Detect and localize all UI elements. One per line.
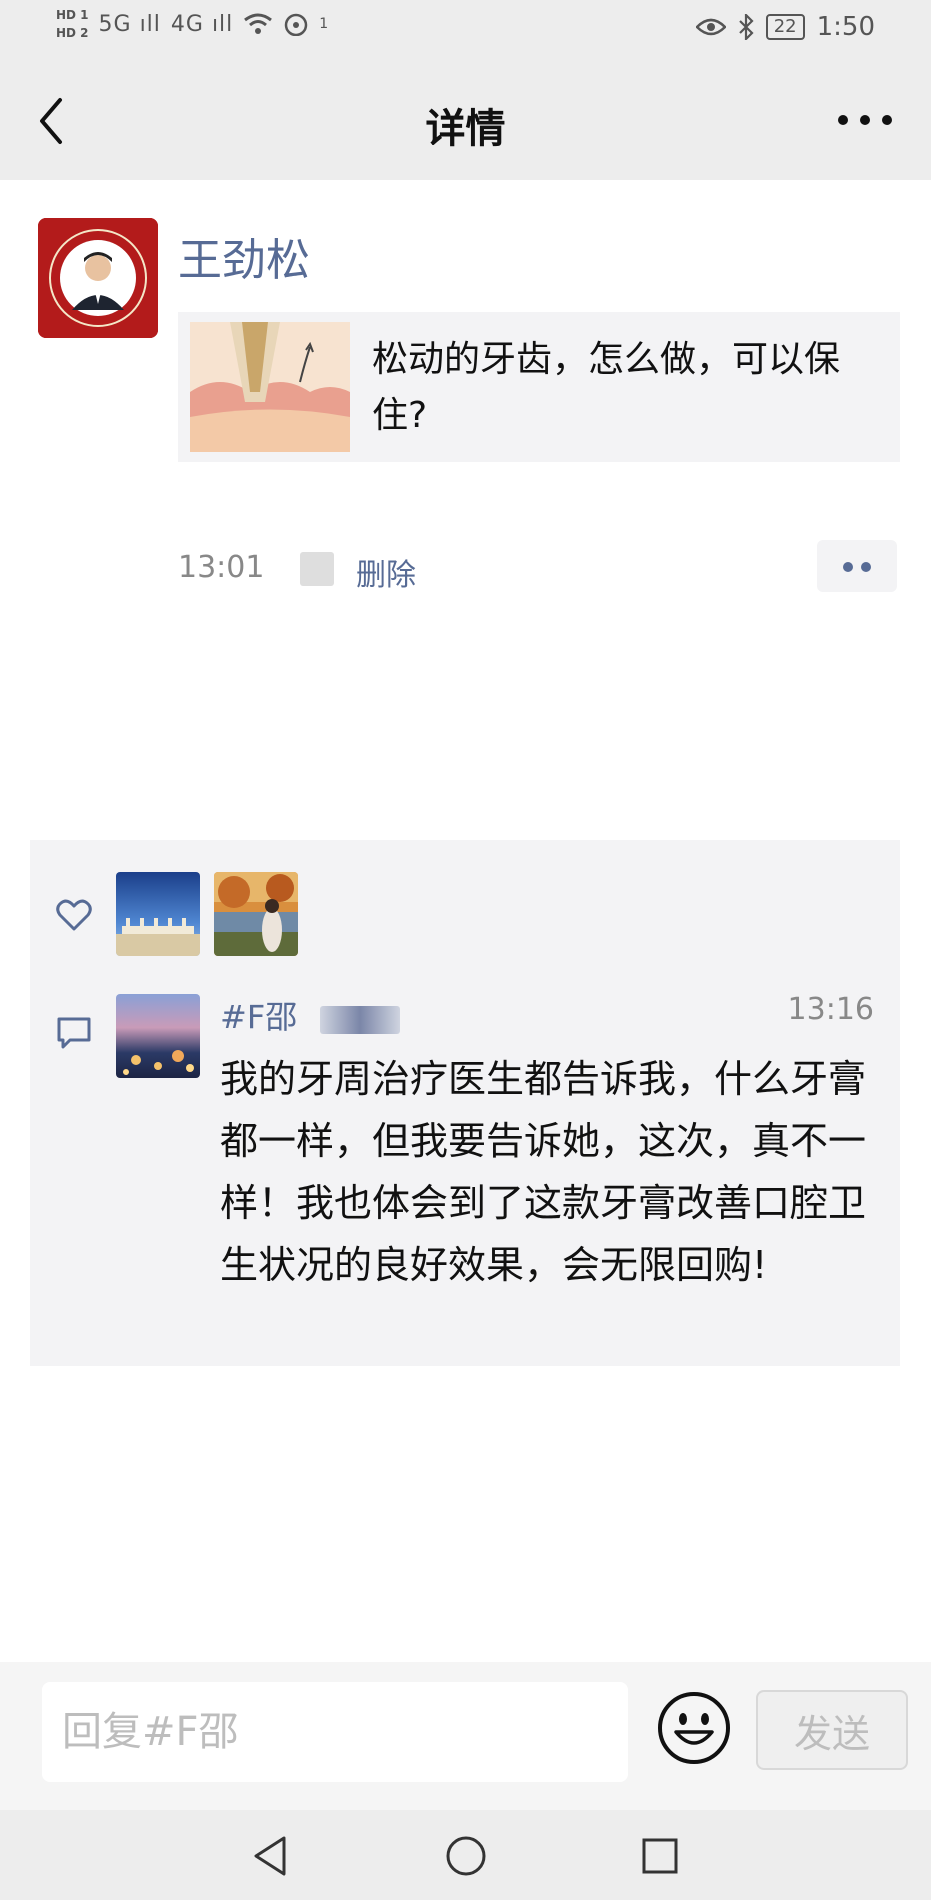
system-nav-bar (0, 1810, 931, 1900)
delete-link[interactable]: 删除 (356, 550, 416, 594)
heart-icon (56, 899, 92, 931)
article-title: 松动的牙齿，怎么做，可以保住? (372, 339, 841, 436)
commenter-name[interactable]: #F邵 (220, 992, 297, 1038)
comment-icon (57, 1017, 91, 1049)
reply-input[interactable] (42, 1682, 628, 1782)
hd1-indicator: HD 1 (56, 8, 89, 22)
page-title: 详情 (425, 106, 506, 152)
hd2-indicator: HD 2 (56, 26, 89, 40)
post-timestamp: 13:01 (178, 550, 265, 585)
more-icon[interactable] (835, 110, 895, 130)
emoji-icon[interactable] (656, 1690, 732, 1766)
post-options-button[interactable] (817, 540, 897, 592)
hotspot-count: 1 (319, 16, 329, 32)
signal1-indicator: 5G ıll (98, 11, 161, 37)
signal2-indicator: 4G ıll (170, 11, 234, 37)
status-left: HD 1 HD 2 5G ıll 4G ıll 1 (56, 8, 328, 40)
likes-comments-panel: #F邵 13:16 我的牙周治疗医生都告诉我，什么牙膏都一样，但我要告诉她，这次… (30, 840, 900, 1366)
comment-timestamp: 13:16 (787, 992, 874, 1027)
battery-indicator: 22 (765, 14, 805, 40)
author-name[interactable]: 王劲松 (178, 224, 310, 288)
send-button[interactable]: 发送 (756, 1690, 908, 1770)
hd-indicators: HD 1 HD 2 (56, 8, 89, 40)
liker-avatar[interactable] (214, 872, 298, 956)
redacted-name (320, 1006, 400, 1034)
eye-icon (695, 18, 726, 36)
avatar-image (38, 218, 158, 338)
liker-avatar[interactable] (116, 872, 200, 956)
privacy-icon (300, 552, 334, 586)
circle-home-icon[interactable] (444, 1834, 488, 1878)
bluetooth-icon (738, 14, 754, 40)
nav-bar: 详情 (0, 60, 931, 180)
square-recents-icon[interactable] (638, 1834, 682, 1878)
commenter-avatar[interactable] (116, 994, 200, 1078)
article-thumbnail (190, 322, 350, 452)
triangle-back-icon[interactable] (248, 1834, 292, 1878)
dot-icon (861, 562, 871, 572)
wifi-icon (244, 13, 273, 34)
comment-text[interactable]: 我的牙周治疗医生都告诉我，什么牙膏都一样，但我要告诉她，这次，真不一样！我也体会… (220, 1048, 880, 1296)
status-bar: HD 1 HD 2 5G ıll 4G ıll 1 22 1:50 (0, 0, 931, 60)
status-right: 22 1:50 (695, 12, 875, 42)
author-avatar[interactable] (38, 218, 158, 338)
hotspot-icon (285, 13, 308, 36)
shared-article-card[interactable]: 松动的牙齿，怎么做，可以保住? (178, 312, 900, 462)
dot-icon (843, 562, 853, 572)
reply-bar: 发送 (0, 1662, 931, 1810)
clock: 1:50 (816, 12, 875, 42)
